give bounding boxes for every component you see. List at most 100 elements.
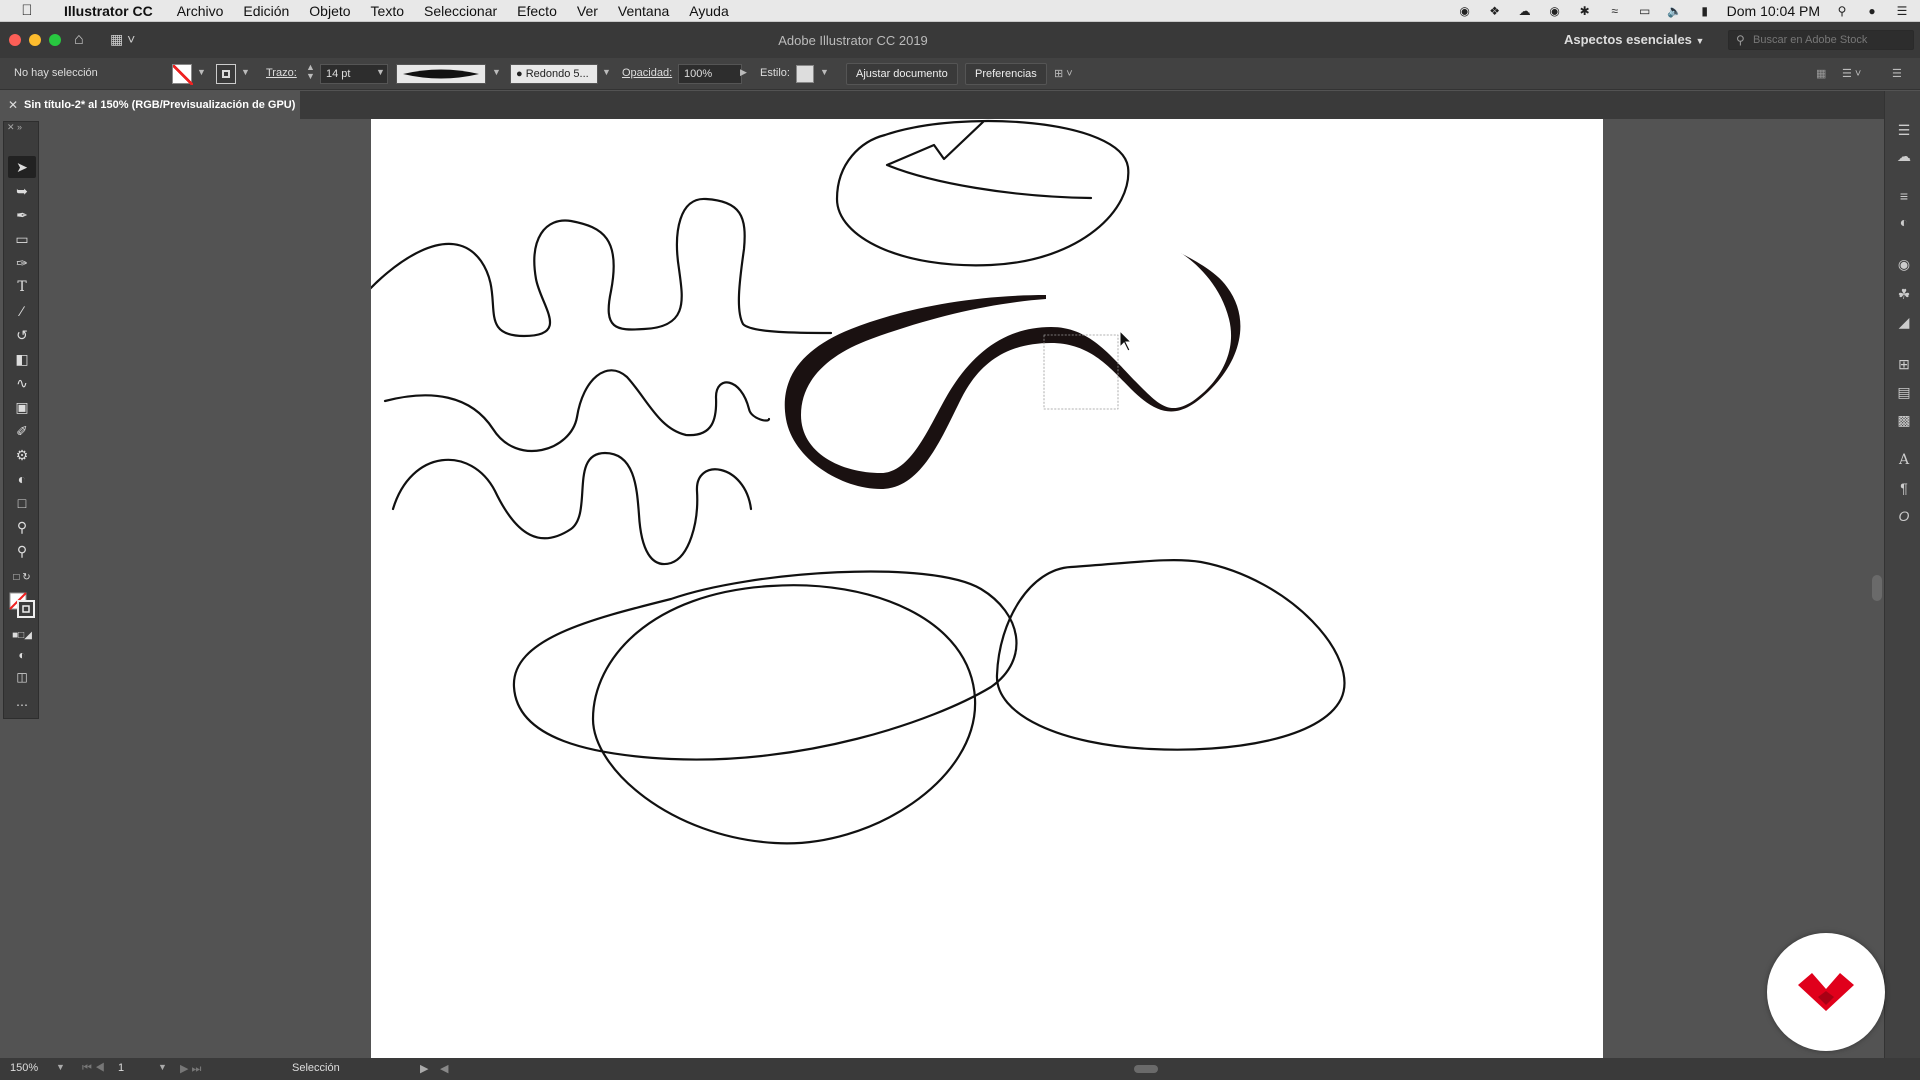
vertical-scrollbar[interactable] (1868, 119, 1884, 1058)
artboard-number[interactable]: 1 (118, 1062, 124, 1074)
control-menu-icon[interactable]: ☰ (1892, 67, 1902, 80)
status-arrow-icon[interactable]: ▶ (420, 1062, 428, 1075)
line-tool-icon[interactable]: ∕ (8, 300, 36, 322)
opacity-label[interactable]: Opacidad: (622, 67, 672, 79)
panel-toggle-icon[interactable]: ▦ (1816, 67, 1826, 80)
artboard-nav-last-icon[interactable]: ▶ ⏭ (180, 1062, 201, 1076)
brush-definition[interactable]: ● Redondo 5... (510, 64, 598, 84)
color-mode-icons[interactable]: ■□◢ (8, 624, 36, 646)
canvas-area[interactable] (42, 119, 1868, 1058)
eraser-tool-icon[interactable]: ◧ (8, 348, 36, 370)
notification-center-icon[interactable]: ☰ (1894, 4, 1910, 18)
stroke-swatch[interactable] (216, 64, 236, 84)
stroke-stepper-icon[interactable]: ▲ ▼ (306, 63, 315, 81)
volume-icon[interactable]: 🔈 (1667, 4, 1683, 18)
wifi-icon[interactable]: ≈ (1607, 4, 1623, 18)
transform-icon[interactable]: ⊞ (1895, 355, 1913, 373)
adobe-stock-search-input[interactable]: ⚲ Buscar en Adobe Stock (1728, 30, 1914, 50)
variable-width-profile[interactable] (396, 64, 486, 84)
appearance-icon[interactable]: ◐ (1895, 213, 1913, 231)
menu-archivo[interactable]: Archivo (167, 3, 234, 19)
dropbox-icon[interactable]: ❖ (1487, 4, 1503, 18)
artboard-dropdown-icon[interactable]: ▼ (158, 1062, 167, 1072)
menu-seleccionar[interactable]: Seleccionar (414, 3, 507, 19)
menu-texto[interactable]: Texto (361, 3, 414, 19)
properties-icon[interactable]: ☰ ˅ (1842, 67, 1861, 80)
graphic-style-swatch[interactable] (796, 65, 814, 83)
gradient-panel-icon[interactable]: ◢ (1895, 313, 1913, 331)
paragraph-icon[interactable]: ¶ (1895, 479, 1913, 497)
opacity-arrow-icon[interactable]: ▶ (740, 67, 747, 78)
menu-ventana[interactable]: Ventana (608, 3, 679, 19)
creative-cloud-icon[interactable]: ☁ (1517, 4, 1533, 18)
direct-selection-tool-icon[interactable]: ➥ (8, 180, 36, 202)
swap-fill-stroke-icon[interactable]: □ ↻ (8, 566, 36, 588)
shape-builder-tool-icon[interactable]: ⚙ (8, 444, 36, 466)
brush-dropdown-icon[interactable]: ▼ (602, 67, 611, 77)
tool-status[interactable]: Selección (292, 1062, 340, 1074)
artboard-nav-first-icon[interactable]: ⏮ ◀ (82, 1062, 105, 1075)
color-icon[interactable]: ◉ (1895, 255, 1913, 273)
menu-ver[interactable]: Ver (567, 3, 608, 19)
screen-mode-icon[interactable]: ◫ (8, 666, 36, 688)
panel-grip-icon[interactable]: ✕ » (4, 122, 38, 134)
artboard-tool-icon[interactable]: □ (8, 492, 36, 514)
bluetooth-icon[interactable]: ✱ (1577, 4, 1593, 18)
blend-tool-icon[interactable]: ◐ (8, 468, 36, 490)
draw-mode-icon[interactable]: ◐ (8, 644, 36, 666)
opentype-icon[interactable]: O (1895, 507, 1913, 525)
selection-tool-icon[interactable]: ➤ (8, 156, 36, 178)
menu-objeto[interactable]: Objeto (299, 3, 360, 19)
eyedropper-tool-icon[interactable]: ✐ (8, 420, 36, 442)
document-tab[interactable]: ✕ Sin título-2* al 150% (RGB/Previsualiz… (0, 91, 300, 119)
artwork[interactable] (357, 119, 1603, 1058)
align-icon[interactable]: ⊞ ˅ (1054, 67, 1073, 80)
stroke-panel-icon[interactable]: ≡ (1895, 187, 1913, 205)
fill-swatch[interactable] (172, 64, 193, 85)
stroke-dropdown-icon[interactable]: ▼ (241, 67, 250, 77)
pen-tool-icon[interactable]: ✒ (8, 204, 36, 226)
symbols-icon[interactable]: ☘ (1895, 285, 1913, 303)
menu-edicion[interactable]: Edición (233, 3, 299, 19)
more-tools-icon[interactable]: ⋯ (8, 694, 36, 716)
battery-icon[interactable]: ▮ (1697, 4, 1713, 18)
opacity-field[interactable]: 100% (678, 64, 742, 84)
menubar-clock[interactable]: Dom 10:04 PM (1727, 3, 1820, 19)
horizontal-scrollbar-thumb[interactable] (1134, 1065, 1158, 1073)
siri-icon[interactable]: ● (1864, 4, 1880, 18)
pin-tool-icon[interactable]: ⚲ (8, 516, 36, 538)
width-tool-icon[interactable]: ∿ (8, 372, 36, 394)
libraries-icon[interactable]: ☁ (1895, 147, 1913, 165)
menu-efecto[interactable]: Efecto (507, 3, 567, 19)
fit-document-button[interactable]: Ajustar documento (846, 63, 958, 85)
airplay-icon[interactable]: ▭ (1637, 4, 1653, 18)
layers-icon[interactable]: ☰ (1895, 121, 1913, 139)
character-icon[interactable]: A (1895, 451, 1913, 469)
gradient-tool-icon[interactable]: ▣ (8, 396, 36, 418)
apple-menu-icon[interactable]:  (0, 2, 54, 19)
stroke-label[interactable]: Trazo: (266, 67, 297, 79)
rectangle-tool-icon[interactable]: ▭ (8, 228, 36, 250)
workspace-switcher[interactable]: Aspectos esenciales ▼ (1564, 32, 1704, 47)
fill-stroke-indicator[interactable] (8, 590, 36, 620)
close-tab-icon[interactable]: ✕ (8, 98, 18, 112)
scroll-left-icon[interactable]: ◀ (440, 1062, 448, 1075)
record-icon[interactable]: ◉ (1457, 4, 1473, 18)
paintbrush-tool-icon[interactable]: ✑ (8, 252, 36, 274)
rotate-tool-icon[interactable]: ↺ (8, 324, 36, 346)
nvidia-icon[interactable]: ◉ (1547, 4, 1563, 18)
align-panel-icon[interactable]: ▤ (1895, 383, 1913, 401)
spotlight-search-icon[interactable]: ⚲ (1834, 4, 1850, 18)
type-tool-icon[interactable]: T (8, 276, 36, 298)
stroke-weight-dropdown-icon[interactable]: ▼ (376, 67, 385, 77)
scrollbar-thumb[interactable] (1872, 575, 1882, 601)
preferences-button[interactable]: Preferencias (965, 63, 1047, 85)
app-menu[interactable]: Illustrator CC (54, 3, 167, 19)
zoom-dropdown-icon[interactable]: ▼ (56, 1062, 65, 1072)
pathfinder-icon[interactable]: ▩ (1895, 411, 1913, 429)
artboard[interactable] (357, 119, 1603, 1058)
zoom-level[interactable]: 150% (10, 1062, 38, 1074)
fill-dropdown-icon[interactable]: ▼ (197, 67, 206, 77)
profile-dropdown-icon[interactable]: ▼ (492, 67, 501, 77)
menu-ayuda[interactable]: Ayuda (679, 3, 738, 19)
